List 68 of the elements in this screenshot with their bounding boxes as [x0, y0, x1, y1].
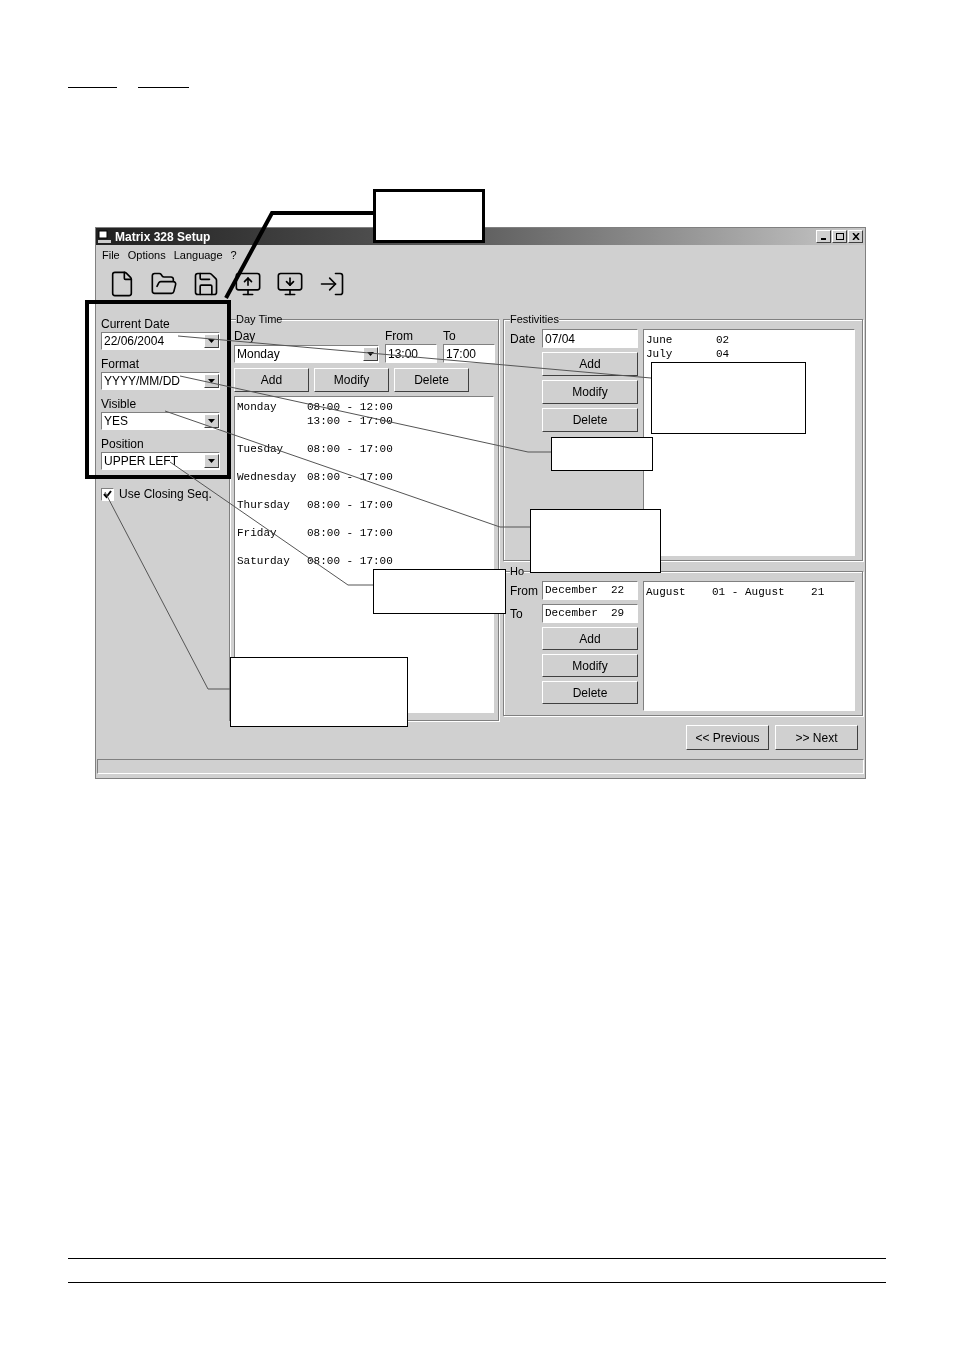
- input-field[interactable]: 17:00: [443, 344, 495, 363]
- schedule-day: Monday: [237, 400, 307, 428]
- schedule-hours: 08:00 - 17:00: [307, 554, 393, 568]
- schedule-hours: 08:00 - 17:00: [307, 526, 393, 540]
- window-title: Matrix 328 Setup: [115, 228, 211, 246]
- field-label: To: [443, 329, 457, 343]
- combo-box[interactable]: Monday: [234, 345, 379, 363]
- caret-icon: [363, 347, 378, 361]
- checkbox[interactable]: [101, 487, 114, 501]
- computer-up-arrow-icon[interactable]: [234, 270, 262, 298]
- field-label: To: [510, 605, 524, 623]
- push-button[interactable]: Delete: [542, 681, 638, 704]
- schedule-hours: 08:00 - 17:00: [307, 498, 393, 512]
- menu-item[interactable]: ?: [230, 246, 237, 264]
- push-button[interactable]: Delete: [542, 408, 638, 432]
- close-icon[interactable]: [848, 230, 863, 243]
- push-button[interactable]: Delete: [394, 368, 469, 392]
- combo-box[interactable]: YES: [101, 412, 220, 430]
- field-label: From: [385, 329, 414, 343]
- computer-down-arrow-icon[interactable]: [276, 270, 304, 298]
- schedule-day: Friday: [237, 526, 307, 540]
- maximize-icon[interactable]: [832, 230, 847, 243]
- schedule-hours: 13:00 - 17:00: [307, 414, 393, 428]
- group-title: Festivities: [510, 312, 559, 326]
- caret-icon: [204, 454, 219, 468]
- input-field[interactable]: 07/04: [542, 329, 638, 348]
- field-label: Format: [101, 357, 140, 371]
- field-label: Day: [234, 329, 257, 343]
- combo-box[interactable]: 22/06/2004: [101, 332, 220, 350]
- minimize-icon[interactable]: [816, 230, 831, 243]
- group-title: Ho: [510, 564, 525, 578]
- schedule-hours: 08:00 - 17:00: [307, 470, 393, 484]
- caret-icon: [204, 334, 219, 348]
- app-icon: [98, 230, 112, 243]
- push-button[interactable]: Add: [234, 368, 309, 392]
- push-button[interactable]: >> Next: [775, 725, 858, 750]
- push-button[interactable]: Add: [542, 352, 638, 376]
- field-label: Current Date: [101, 317, 171, 331]
- checkbox-label: Use Closing Seq.: [119, 486, 212, 503]
- caret-icon: [204, 414, 219, 428]
- push-button[interactable]: Add: [542, 627, 638, 650]
- festivity-month: June: [646, 333, 674, 347]
- caret-icon: [204, 374, 219, 388]
- menu-item[interactable]: Language: [173, 246, 223, 264]
- group-title: Day Time: [236, 312, 283, 326]
- push-button[interactable]: Modify: [542, 654, 638, 677]
- schedule-day: Wednesday: [237, 470, 307, 484]
- menu-item[interactable]: Options: [127, 246, 166, 264]
- schedule-hours: 08:00 - 17:00: [307, 442, 393, 456]
- push-button[interactable]: << Previous: [686, 725, 769, 750]
- festivity-month: July: [646, 347, 674, 361]
- combo-box[interactable]: UPPER LEFT: [101, 452, 220, 470]
- input-field[interactable]: December 22: [542, 581, 638, 600]
- push-button[interactable]: Modify: [542, 380, 638, 404]
- field-label: Position: [101, 437, 145, 451]
- field-label: Visible: [101, 397, 138, 411]
- holiday-entry: August 01 - August 21: [646, 585, 826, 599]
- combo-box[interactable]: YYYY/MM/DD: [101, 372, 220, 390]
- field-label: Date: [510, 330, 536, 348]
- push-button[interactable]: Modify: [314, 368, 389, 392]
- field-label: From: [510, 582, 536, 600]
- schedule-day: Saturday: [237, 554, 307, 568]
- schedule-day: Thursday: [237, 498, 307, 512]
- input-field[interactable]: December 29: [542, 604, 638, 623]
- input-field[interactable]: 13:00: [385, 344, 437, 363]
- menu-item[interactable]: File: [102, 246, 120, 264]
- festivity-day: 04: [716, 347, 730, 361]
- festivity-day: 02: [716, 333, 730, 347]
